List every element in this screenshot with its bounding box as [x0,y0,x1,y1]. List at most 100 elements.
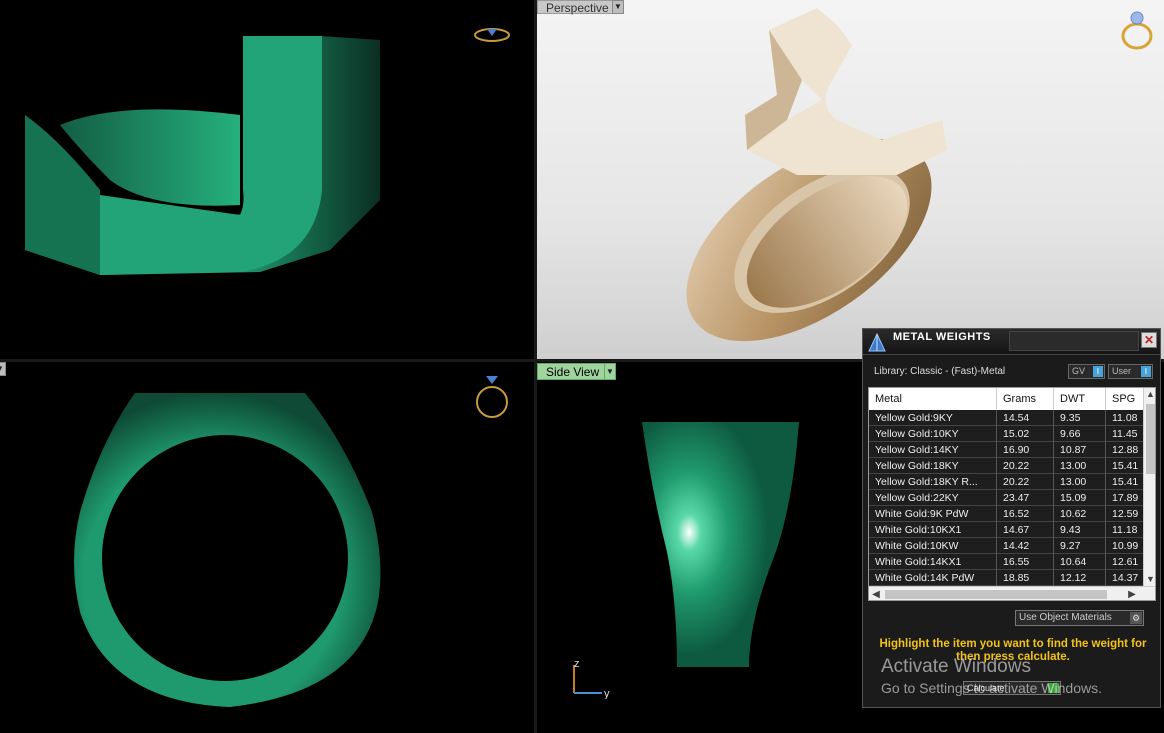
viewport-label-perspective[interactable]: Perspective [537,0,618,15]
ring-view-icon[interactable] [472,24,512,46]
cell-spg: 10.99 [1106,538,1146,554]
table-row[interactable]: White Gold:14K PdW 18.85 12.12 14.37 [869,570,1146,586]
cell-spg: 17.89 [1106,490,1146,506]
metal-weights-panel: METAL WEIGHTS ✕ Library: Classic - (Fast… [862,328,1161,708]
scroll-down-icon[interactable]: ▼ [1144,573,1155,586]
viewport-label-side[interactable]: Side View [537,363,609,380]
cell-metal: Yellow Gold:10KY [869,426,997,442]
scale-icon [868,332,886,352]
cell-dwt: 13.00 [1054,458,1106,474]
scroll-left-icon[interactable]: ◀ [869,587,883,600]
ring-model-perspective [686,8,947,342]
cell-grams: 16.52 [997,506,1054,522]
cell-spg: 15.41 [1106,458,1146,474]
gear-icon: ⚙ [1130,612,1142,624]
metal-weights-table[interactable]: Metal Grams DWT SPG Yellow Gold:9KY 14.54… [868,387,1156,601]
cell-metal: Yellow Gold:18KY [869,458,997,474]
user-toggle-knob: I [1141,366,1151,377]
close-icon[interactable]: ✕ [1141,332,1157,348]
cell-spg: 11.45 [1106,426,1146,442]
use-object-materials-label: Use Object Materials [1019,612,1112,623]
cell-grams: 14.67 [997,522,1054,538]
cell-spg: 11.18 [1106,522,1146,538]
cell-grams: 14.42 [997,538,1054,554]
scroll-up-icon[interactable]: ▲ [1144,388,1155,401]
instruction-text: Highlight the item you want to find the … [879,638,1147,663]
axis-z-label: z [574,658,580,670]
cell-dwt: 9.35 [1054,410,1106,426]
table-row[interactable]: White Gold:10KW 14.42 9.27 10.99 [869,538,1146,554]
panel-header[interactable]: METAL WEIGHTS ✕ [863,329,1160,355]
axis-gizmo: z y [573,658,610,699]
table-row[interactable]: Yellow Gold:18KY 20.22 13.00 15.41 [869,458,1146,474]
cell-metal: Yellow Gold:18KY R... [869,474,997,490]
viewport-menu-arrow-side[interactable]: ▼ [604,363,616,380]
table-row[interactable]: Yellow Gold:9KY 14.54 9.35 11.08 [869,410,1146,426]
cell-spg: 11.08 [1106,410,1146,426]
scroll-thumb[interactable] [1146,404,1155,474]
cell-grams: 16.55 [997,554,1054,570]
calculate-button[interactable]: Calculate [963,681,1061,695]
axis-y-label: y [604,688,610,699]
cell-grams: 20.22 [997,458,1054,474]
cell-spg: 14.37 [1106,570,1146,586]
column-header-metal[interactable]: Metal [869,388,997,410]
table-row[interactable]: Yellow Gold:22KY 23.47 15.09 17.89 [869,490,1146,506]
table-row[interactable]: White Gold:10KX1 14.67 9.43 11.18 [869,522,1146,538]
cell-dwt: 9.27 [1054,538,1106,554]
calculate-label: Calculate [967,683,1005,693]
use-object-materials-button[interactable]: Use Object Materials ⚙ [1015,610,1144,626]
ring-front-icon[interactable] [472,370,512,422]
user-toggle[interactable]: User I [1108,364,1153,379]
scroll-thumb-horizontal[interactable] [885,590,1107,599]
viewport-front[interactable]: ▼ [0,362,534,733]
column-header-grams[interactable]: Grams [997,388,1054,410]
cell-spg: 12.61 [1106,554,1146,570]
ring-model-front [74,393,381,707]
cell-spg: 15.41 [1106,474,1146,490]
cell-dwt: 10.62 [1054,506,1106,522]
cell-dwt: 9.66 [1054,426,1106,442]
cell-metal: White Gold:14KX1 [869,554,997,570]
table-header: Metal Grams DWT SPG [869,388,1155,410]
user-toggle-label: User [1112,366,1132,376]
gv-toggle[interactable]: GV I [1068,364,1105,379]
cell-dwt: 13.00 [1054,474,1106,490]
table-body: Yellow Gold:9KY 14.54 9.35 11.08 Yellow Gold… [869,410,1146,586]
horizontal-scrollbar[interactable]: ◀ ▶ [869,586,1155,600]
table-row[interactable]: White Gold:14KX1 16.55 10.64 12.61 [869,554,1146,570]
viewport-menu-arrow[interactable]: ▼ [612,0,624,14]
scroll-right-icon[interactable]: ▶ [1125,587,1139,600]
ring-render-icon[interactable] [1117,8,1157,52]
column-header-dwt[interactable]: DWT [1054,388,1106,410]
table-row[interactable]: Yellow Gold:18KY R... 20.22 13.00 15.41 [869,474,1146,490]
viewport-menu-arrow-front[interactable]: ▼ [0,362,6,376]
vertical-scrollbar[interactable]: ▲ ▼ [1143,388,1155,586]
cell-dwt: 15.09 [1054,490,1106,506]
cell-metal: Yellow Gold:14KY [869,442,997,458]
gv-toggle-label: GV [1072,366,1086,376]
cell-grams: 18.85 [997,570,1054,586]
cell-metal: White Gold:10KX1 [869,522,997,538]
cell-grams: 20.22 [997,474,1054,490]
play-icon [1048,683,1059,693]
viewport-perspective[interactable]: Perspective ▼ [537,0,1164,359]
viewport-top-left[interactable] [0,0,534,359]
cell-grams: 14.54 [997,410,1054,426]
cell-metal: Yellow Gold:22KY [869,490,997,506]
cell-dwt: 12.12 [1054,570,1106,586]
panel-title-spacer [1009,331,1139,351]
table-row[interactable]: Yellow Gold:10KY 15.02 9.66 11.45 [869,426,1146,442]
panel-title: METAL WEIGHTS [893,331,991,343]
cell-dwt: 10.87 [1054,442,1106,458]
cell-grams: 15.02 [997,426,1054,442]
jewelry-cad-app: Perspective ▼ Side View ▼ z y METAL WEIG… [0,0,1164,733]
cell-metal: Yellow Gold:9KY [869,410,997,426]
cell-metal: White Gold:14K PdW [869,570,997,586]
table-row[interactable]: Yellow Gold:14KY 16.90 10.87 12.88 [869,442,1146,458]
table-row[interactable]: White Gold:9K PdW 16.52 10.62 12.59 [869,506,1146,522]
cell-spg: 12.88 [1106,442,1146,458]
cell-spg: 12.59 [1106,506,1146,522]
gv-toggle-knob: I [1093,366,1103,377]
cell-metal: White Gold:10KW [869,538,997,554]
